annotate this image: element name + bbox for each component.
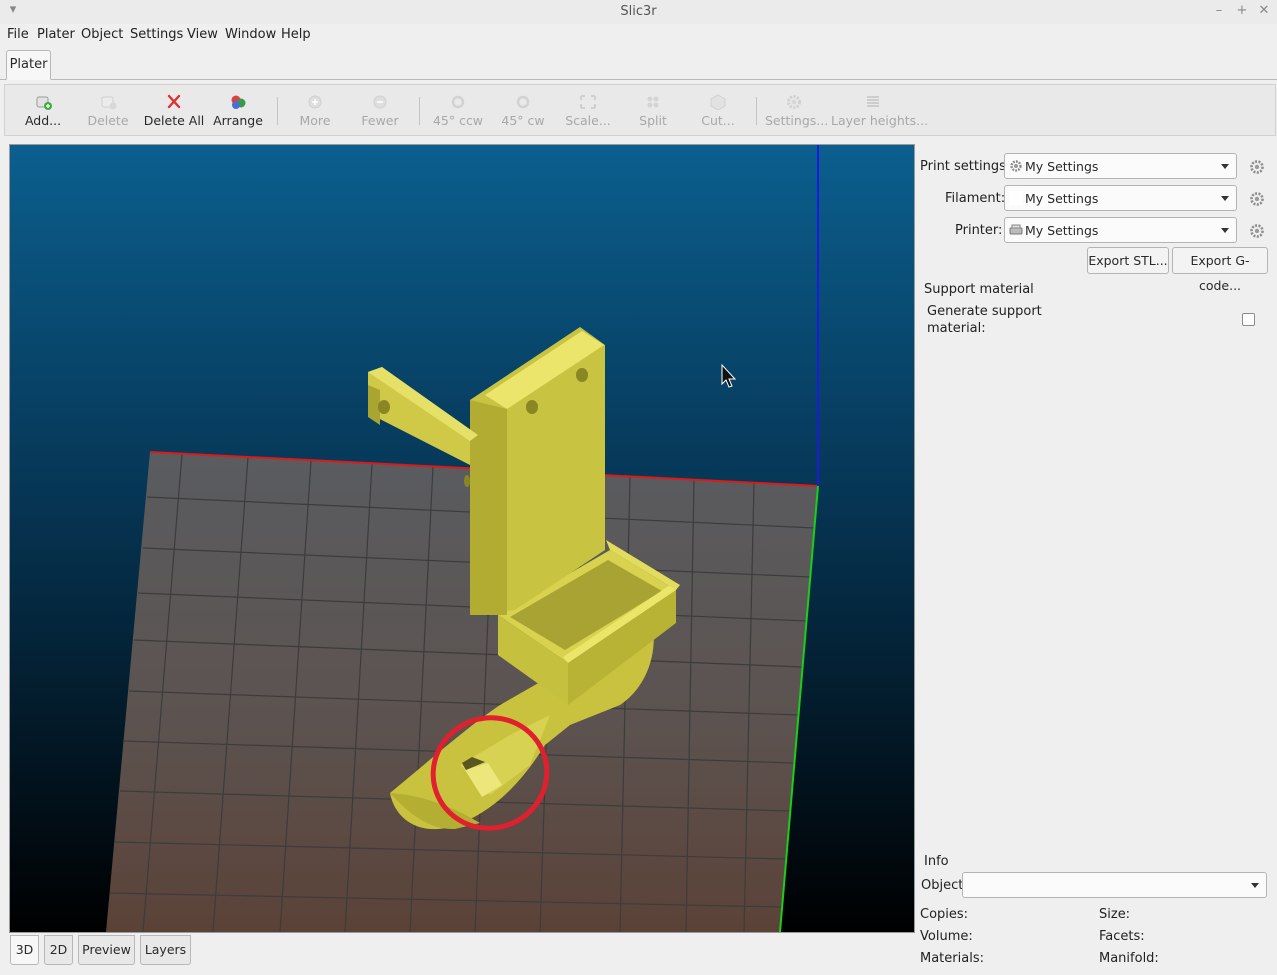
more-button[interactable]: More [293, 85, 337, 135]
manifold-label: Manifold: [1099, 951, 1159, 966]
filament-dropdown[interactable]: My Settings [1004, 185, 1237, 211]
materials-label: Materials: [920, 951, 984, 966]
tab-layers[interactable]: Layers [140, 935, 191, 965]
volume-label: Volume: [920, 929, 973, 944]
delete-button[interactable]: Delete [85, 85, 131, 135]
split-label: Split [639, 113, 667, 128]
filament-gear-icon[interactable] [1249, 191, 1265, 207]
tab-3d[interactable]: 3D [10, 935, 39, 965]
chevron-down-icon [1221, 164, 1229, 169]
print-settings-label: Print settings: [920, 159, 1011, 174]
minus-circle-icon [373, 95, 387, 109]
layer-heights-button[interactable]: Layer heights... [831, 85, 929, 135]
fewer-button[interactable]: Fewer [357, 85, 403, 135]
size-label: Size: [1099, 907, 1131, 922]
split-icon [647, 96, 659, 108]
print-settings-gear-icon[interactable] [1249, 159, 1265, 175]
rotate-cw-button[interactable]: 45° cw [499, 85, 547, 135]
chevron-down-icon [1221, 196, 1229, 201]
export-gcode-button[interactable]: Export G-code... [1172, 247, 1268, 293]
generate-support-checkbox[interactable] [1242, 313, 1255, 326]
support-section-title: Support material [924, 282, 1034, 297]
close-icon[interactable]: ✕ [1256, 3, 1272, 19]
filament-label: Filament: [945, 191, 1006, 206]
menu-view[interactable]: View [187, 27, 218, 42]
printer-value: My Settings [1025, 223, 1099, 238]
cog-icon [1010, 160, 1022, 172]
printer-dropdown[interactable]: My Settings [1004, 217, 1237, 243]
arrange-button[interactable]: Arrange [213, 85, 263, 135]
info-section-title: Info [924, 854, 949, 869]
split-button[interactable]: Split [633, 85, 673, 135]
scale-label: Scale... [565, 113, 611, 128]
cut-label: Cut... [701, 113, 735, 128]
maximize-icon[interactable]: + [1234, 3, 1250, 19]
delete-icon [101, 96, 117, 110]
menu-bar: File Plater Object Settings View Window … [0, 24, 1277, 46]
delete-all-icon [167, 94, 181, 109]
object-settings-button[interactable]: Settings... [765, 85, 829, 135]
more-label: More [299, 113, 331, 128]
export-stl-button[interactable]: Export STL... [1087, 247, 1169, 274]
layer-heights-label: Layer heights... [831, 113, 929, 128]
generate-support-label-line1: Generate support [927, 304, 1042, 319]
rotate-cw-icon [516, 95, 530, 109]
delete-all-label: Delete All [143, 113, 205, 128]
add-label: Add... [24, 113, 62, 128]
rotate-cw-label: 45° cw [501, 113, 545, 128]
printer-label: Printer: [955, 223, 1003, 238]
tab-2d[interactable]: 2D [44, 935, 73, 965]
tab-preview[interactable]: Preview [78, 935, 135, 965]
menu-help[interactable]: Help [281, 27, 311, 42]
printer-gear-icon[interactable] [1249, 223, 1265, 239]
scale-icon [580, 95, 596, 109]
delete-label: Delete [87, 113, 129, 128]
rotate-ccw-button[interactable]: 45° ccw [431, 85, 485, 135]
menu-settings[interactable]: Settings [130, 27, 183, 42]
plus-circle-icon [308, 95, 322, 109]
menu-window[interactable]: Window [225, 27, 276, 42]
print-settings-value: My Settings [1025, 159, 1099, 174]
menu-plater[interactable]: Plater [37, 27, 75, 42]
print-bed [106, 452, 818, 932]
filament-value: My Settings [1025, 191, 1099, 206]
add-button[interactable]: Add... [19, 85, 67, 135]
rotate-ccw-label: 45° ccw [432, 113, 484, 128]
rotate-ccw-icon [451, 95, 465, 109]
arrange-label: Arrange [213, 113, 263, 128]
cut-icon [710, 94, 726, 110]
object-label: Object: [921, 878, 968, 893]
layers-icon [867, 96, 879, 107]
generate-support-label-line2: material: [927, 321, 986, 336]
plater-toolbar: Add... Delete Delete All Arrange More Fe… [4, 84, 1276, 136]
facets-label: Facets: [1099, 929, 1145, 944]
object-settings-label: Settings... [765, 113, 829, 128]
window-title: Slic3r [620, 4, 657, 19]
scale-button[interactable]: Scale... [563, 85, 613, 135]
delete-all-button[interactable]: Delete All [143, 85, 205, 135]
3d-viewport-canvas[interactable] [9, 144, 915, 933]
menu-object[interactable]: Object [81, 27, 123, 42]
menu-file[interactable]: File [7, 27, 29, 42]
print-settings-dropdown[interactable]: My Settings [1004, 153, 1237, 179]
chevron-down-icon [1251, 883, 1259, 888]
filament-color-swatch [1009, 191, 1023, 205]
object-dropdown[interactable] [962, 872, 1267, 898]
chevron-down-icon [1221, 228, 1229, 233]
cut-button[interactable]: Cut... [697, 85, 739, 135]
toolbar-separator [277, 97, 278, 125]
add-icon [36, 96, 52, 110]
toolbar-separator [419, 97, 420, 125]
fewer-label: Fewer [361, 113, 399, 128]
window-titlebar: ▾ Slic3r – + ✕ [0, 0, 1277, 24]
arrange-icon [231, 95, 246, 109]
toolbar-separator [756, 97, 757, 125]
minimize-icon[interactable]: – [1211, 3, 1227, 19]
printer-icon [1009, 224, 1023, 235]
cog-icon [787, 95, 801, 109]
copies-label: Copies: [920, 907, 969, 922]
tab-plater[interactable]: Plater [6, 50, 51, 80]
main-tab-bar: Plater [0, 48, 1277, 80]
